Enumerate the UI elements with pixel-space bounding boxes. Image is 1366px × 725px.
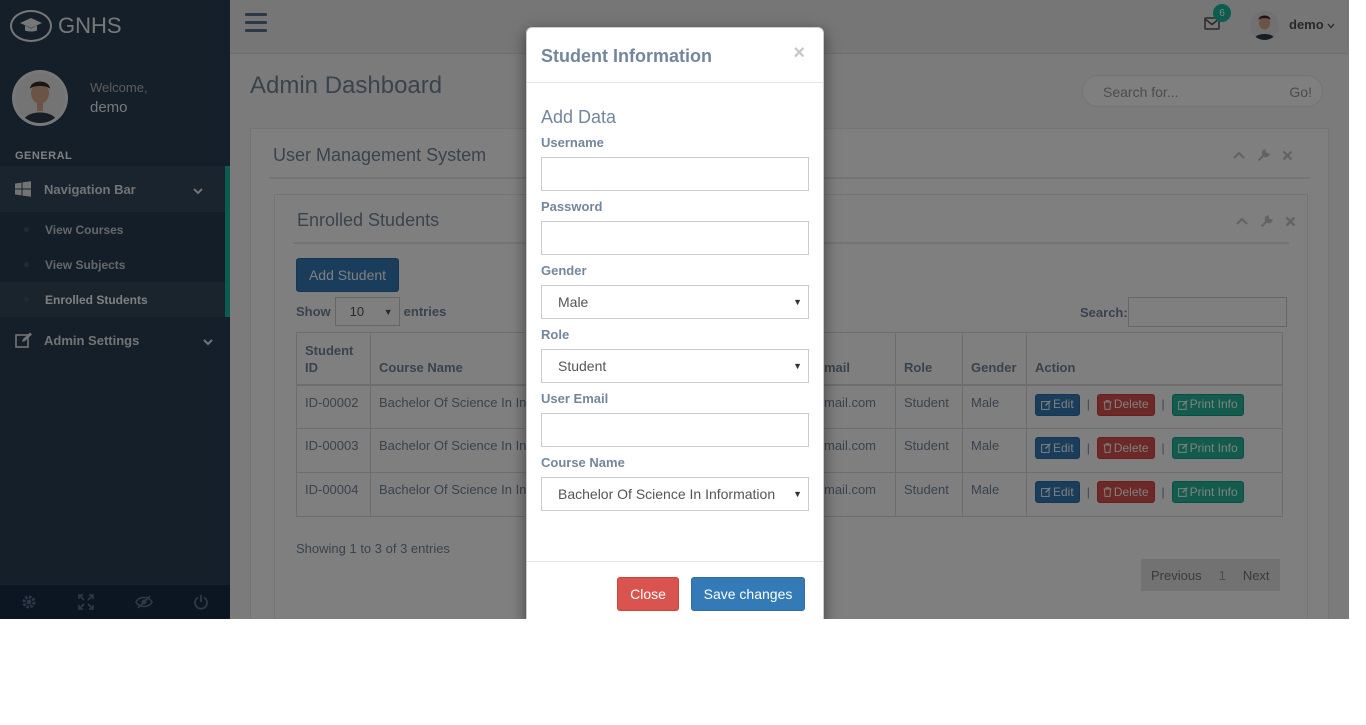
gender-select[interactable]: Male ▼	[541, 285, 809, 319]
gender-value: Male	[558, 294, 589, 310]
close-button[interactable]: Close	[617, 577, 679, 611]
select-arrow-icon: ▼	[793, 361, 802, 371]
course-name-label: Course Name	[541, 455, 625, 470]
app-root: GNHS Welcome, demo GENERAL Navigation Ba…	[0, 0, 1349, 619]
form-subtitle: Add Data	[541, 107, 617, 127]
email-label: User Email	[541, 391, 609, 406]
modal-title: Student Information	[541, 46, 712, 66]
email-field[interactable]	[541, 413, 809, 447]
role-select[interactable]: Student ▼	[541, 349, 809, 383]
student-information-modal: Student Information × Add Data Username …	[526, 27, 824, 619]
select-arrow-icon: ▼	[793, 297, 802, 307]
course-name-select[interactable]: Bachelor Of Science In Information ▼	[541, 477, 809, 511]
course-name-value: Bachelor Of Science In Information	[558, 486, 776, 502]
save-changes-button[interactable]: Save changes	[691, 577, 805, 611]
role-value: Student	[558, 358, 607, 374]
select-arrow-icon: ▼	[793, 489, 802, 499]
modal-body: Add Data Username Password Gender Male ▼…	[527, 107, 823, 511]
modal-footer: Close Save changes	[527, 561, 823, 619]
username-field[interactable]	[541, 157, 809, 191]
password-label: Password	[541, 199, 603, 214]
role-label: Role	[541, 327, 570, 342]
password-field[interactable]	[541, 221, 809, 255]
modal-close-icon[interactable]: ×	[793, 42, 805, 65]
username-label: Username	[541, 135, 604, 150]
gender-label: Gender	[541, 263, 587, 278]
modal-header: Student Information ×	[527, 28, 823, 83]
